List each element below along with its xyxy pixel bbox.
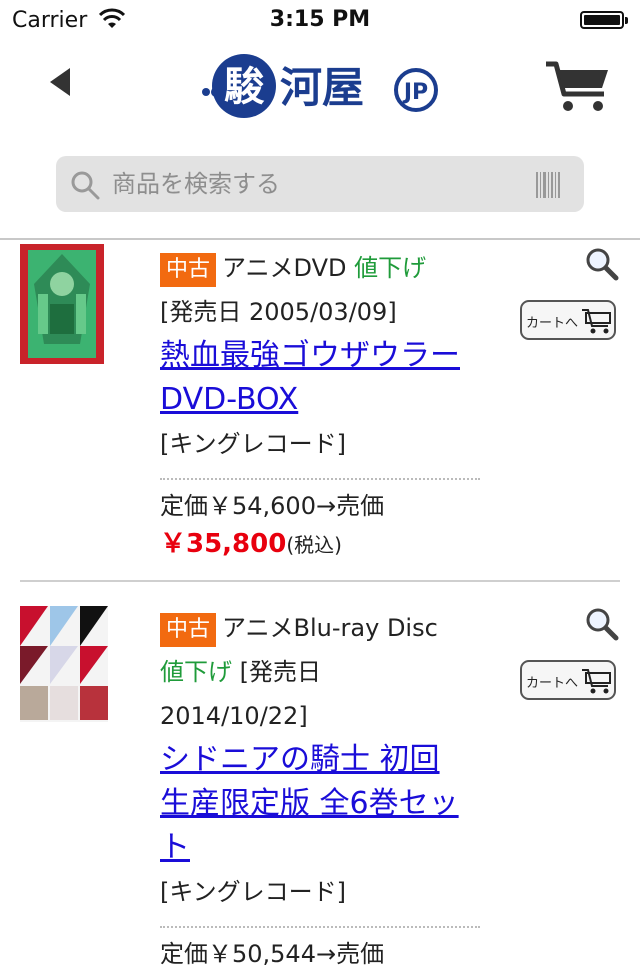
maker-label: [キングレコード] [160, 878, 347, 906]
barcode-scan-icon[interactable] [536, 172, 560, 198]
release-date: [発売日 2005/03/09] [160, 298, 397, 326]
cart-button-label: カートへ [526, 316, 578, 331]
price-drop-label: 値下げ [160, 658, 232, 686]
svg-text:JP: JP [402, 80, 428, 105]
row-divider [20, 580, 620, 582]
sale-price: ￥35,800 [160, 529, 287, 559]
product-info: 中古 アニメBlu-ray Disc 値下げ [発売日 2014/10/22] シ… [160, 606, 480, 976]
price-drop-label: 値下げ [354, 254, 427, 282]
product-thumbnail[interactable] [20, 606, 108, 722]
battery-icon [580, 11, 628, 29]
category-label: アニメDVD [222, 254, 347, 282]
search-bar[interactable] [56, 156, 584, 212]
condition-badge: 中古 [160, 253, 217, 287]
list-price: 定価￥50,544→売価 [160, 940, 385, 968]
category-label: アニメBlu-ray Disc [222, 614, 438, 642]
product-info: 中古 アニメDVD 値下げ [発売日 2005/03/09] 熱血最強ゴウザウラー… [160, 246, 480, 567]
add-to-cart-button[interactable]: カートへ [520, 660, 616, 700]
release-date: 2014/10/22] [160, 702, 308, 730]
cart-button-label: カートへ [526, 676, 578, 691]
tax-note: (税込) [286, 533, 342, 557]
search-input[interactable] [112, 164, 532, 204]
maker-label: [キングレコード] [160, 430, 347, 458]
zoom-icon[interactable] [584, 606, 620, 642]
surugaya-logo: 駿 河屋 JP [202, 54, 438, 118]
clock: 3:15 PM [269, 7, 371, 32]
dotted-separator [160, 478, 480, 480]
svg-text:河屋: 河屋 [280, 63, 364, 112]
search-icon [71, 171, 100, 200]
cart-icon[interactable] [544, 58, 612, 114]
list-top-divider [0, 238, 640, 240]
product-title-link[interactable]: 熱血最強ゴウザウラー DVD-BOX [160, 334, 480, 422]
release-date-prefix: [発売日 [239, 658, 322, 686]
dotted-separator [160, 926, 480, 928]
product-title-link[interactable]: シドニアの騎士 初回 生産限定版 全6巻セット [160, 738, 480, 870]
back-arrow-icon[interactable] [42, 64, 78, 100]
condition-badge: 中古 [160, 613, 217, 647]
add-to-cart-button[interactable]: カートへ [520, 300, 616, 340]
svg-text:駿: 駿 [224, 64, 265, 110]
product-thumbnail[interactable] [20, 244, 104, 364]
zoom-icon[interactable] [584, 246, 620, 282]
status-bar: Carrier 3:15 PM [0, 0, 640, 40]
